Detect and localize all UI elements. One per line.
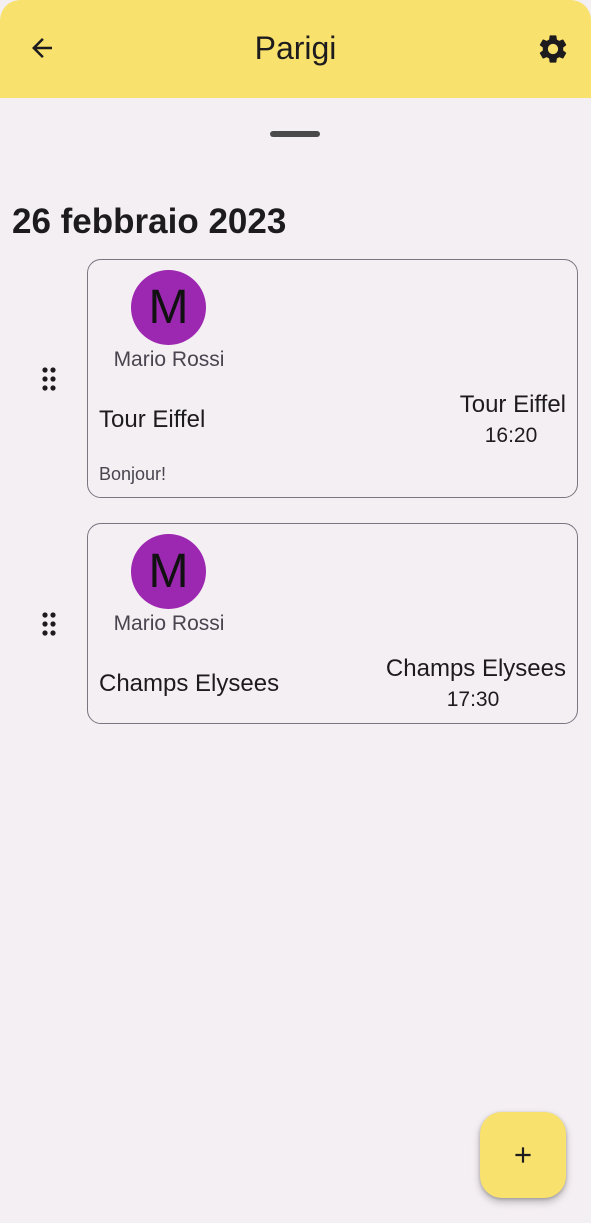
entry-card[interactable]: M Mario Rossi Tour Eiffel Tour Eiffel 16…: [87, 259, 578, 498]
sheet-drag-handle[interactable]: [270, 131, 320, 137]
reorder-handle-icon[interactable]: [40, 366, 58, 392]
settings-button[interactable]: [530, 26, 576, 72]
add-entry-button[interactable]: [480, 1112, 566, 1198]
entry-location: Champs Elysees: [385, 655, 566, 682]
avatar: M: [131, 534, 206, 609]
entry-note: Bonjour!: [99, 464, 167, 484]
author-name: Mario Rossi: [113, 612, 225, 635]
entry-time: 17:30: [446, 688, 500, 711]
page-title: Parigi: [254, 30, 337, 66]
gear-icon: [539, 35, 567, 63]
entry-location: Tour Eiffel: [459, 391, 566, 418]
entry-time: 16:20: [484, 424, 538, 447]
reorder-handle-icon[interactable]: [40, 611, 58, 637]
date-heading: 26 febbraio 2023: [12, 202, 287, 241]
plus-icon: [515, 1147, 531, 1163]
app-screen: Parigi 26 febbraio 2023 M Mario Rossi To…: [0, 0, 591, 1223]
top-app-bar: Parigi: [0, 0, 591, 98]
entry-card[interactable]: M Mario Rossi Champs Elysees Champs Elys…: [87, 523, 578, 724]
author-name: Mario Rossi: [113, 348, 225, 371]
avatar: M: [131, 270, 206, 345]
entry-title: Tour Eiffel: [99, 406, 206, 433]
entry-title: Champs Elysees: [99, 670, 280, 697]
